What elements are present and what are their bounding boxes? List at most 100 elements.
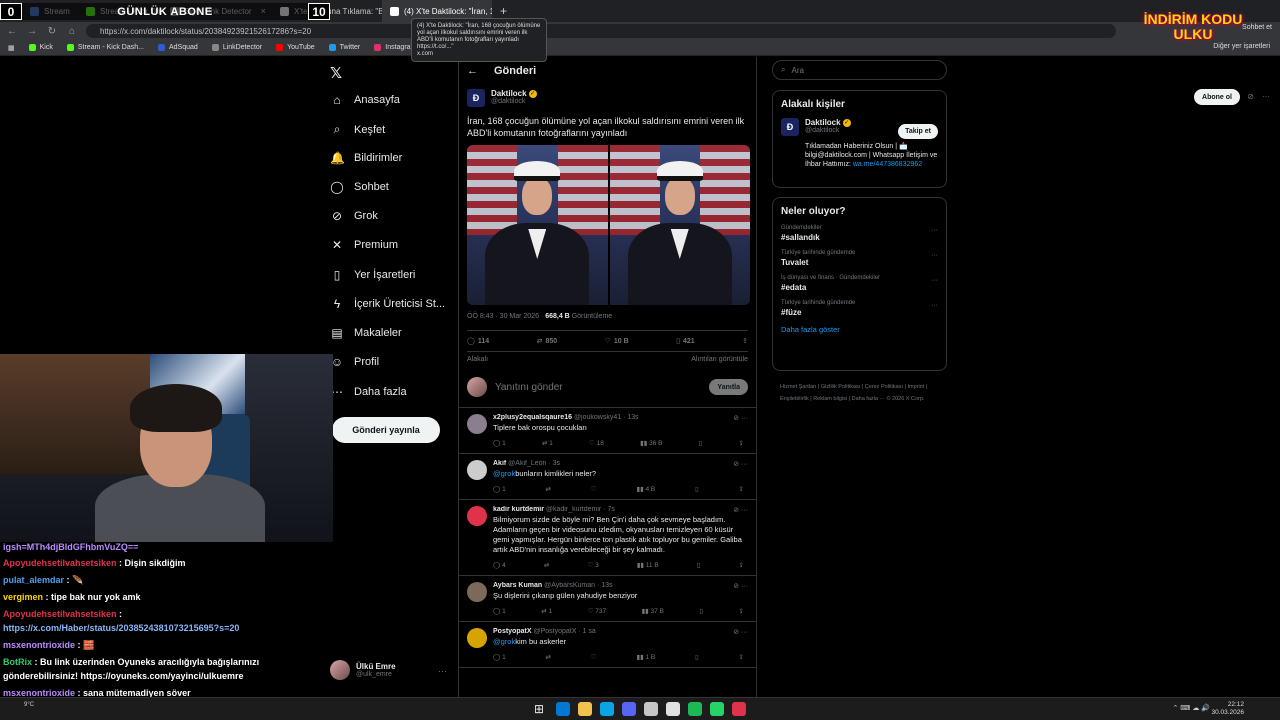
repost-action[interactable]: ⇄ 1 — [542, 439, 553, 447]
forward-icon[interactable]: → — [26, 26, 38, 37]
reply-author[interactable]: Akif — [493, 460, 506, 467]
reply-author[interactable]: x2plusy2equalsqaure16 — [493, 414, 572, 421]
heart-action[interactable]: ♡ 3 — [587, 561, 598, 569]
person-bio-link[interactable]: wa.me/447386832962 — [853, 161, 922, 168]
more-icon[interactable]: ⊘ ··· — [733, 582, 748, 590]
weather-widget[interactable]: 9°C — [24, 702, 34, 708]
author-name[interactable]: Daktilock — [491, 89, 527, 98]
repost-action[interactable]: ⇄ — [544, 561, 549, 569]
bookmark-item[interactable]: Stream - Kick Dash... — [66, 44, 144, 51]
views-action[interactable]: ▮▮ 37 B — [642, 607, 664, 615]
reply-action[interactable]: ◯ 1 — [493, 607, 506, 615]
trend-item[interactable]: İş dünyası ve finans · Gündemdekiler #eda… — [781, 275, 938, 292]
reload-icon[interactable]: ↻ — [46, 26, 58, 37]
share-action[interactable]: ⇪ — [742, 337, 748, 345]
share-icon[interactable]: ⇪ — [739, 439, 744, 447]
bookmark-item[interactable]: Kick — [28, 44, 53, 51]
reply-post[interactable]: Aybars Kuman @AybarsKuman · 13s Şu dişler… — [459, 576, 756, 622]
reply-submit-button[interactable]: Yanıtla — [709, 379, 748, 395]
more-icon[interactable]: ··· — [931, 252, 938, 259]
post-time[interactable]: ÖÖ 8:43 · 30 Mar 2026 · — [467, 313, 543, 320]
avatar[interactable] — [467, 628, 487, 648]
url-field[interactable]: https://x.com/daktilock/status/203849239… — [86, 24, 1116, 38]
reply-action[interactable]: ◯ 1 — [493, 653, 506, 661]
nav-article[interactable]: ▤ Makaleler — [330, 326, 401, 340]
reply-post[interactable]: PostyopatX @PostyopatX · 1 sa @grokkim bu… — [459, 622, 756, 668]
chat-sidepanel-label[interactable]: Sohbet et — [1242, 24, 1272, 31]
reply-author[interactable]: PostyopatX — [493, 628, 532, 635]
nav-lightning[interactable]: ϟ İçerik Üreticisi St... — [330, 297, 445, 311]
system-tray[interactable]: ⌃ ⌨ ☁ 🔊 — [1172, 704, 1210, 712]
more-icon[interactable]: ··· — [931, 227, 938, 234]
more-icon[interactable]: ··· — [1262, 92, 1270, 101]
subscribe-button[interactable]: Abone ol — [1194, 89, 1240, 105]
share-icon[interactable]: ⇪ — [739, 561, 744, 569]
bookmark-icon[interactable]: ▯ — [699, 607, 703, 615]
follow-button[interactable]: Takip et — [898, 124, 938, 139]
avatar[interactable] — [467, 414, 487, 434]
nav-premium[interactable]: ✕ Premium — [330, 238, 398, 252]
avatar[interactable] — [467, 582, 487, 602]
apps-icon[interactable]: ▦ — [8, 44, 15, 52]
heart-action[interactable]: ♡ 18 — [589, 439, 604, 447]
views-action[interactable]: ▮▮ 36 B — [640, 439, 662, 447]
new-tab-icon[interactable]: + — [492, 4, 515, 18]
nav-bell[interactable]: 🔔 Bildirimler — [330, 151, 402, 165]
officer-photo-right[interactable] — [609, 145, 750, 305]
reply-post[interactable]: kadir kurtdemir @kadir_kurtdemir · 7s Bil… — [459, 500, 756, 576]
reply-author[interactable]: kadir kurtdemir — [493, 506, 544, 513]
nav-search[interactable]: ⌕ Keşfet — [330, 122, 386, 137]
nav-more[interactable]: ⋯ Daha fazla — [330, 385, 407, 399]
repost-action[interactable]: ⇄ — [546, 653, 551, 661]
share-icon[interactable]: ⇪ — [739, 653, 744, 661]
taskbar-app-icon[interactable] — [600, 702, 614, 716]
bookmark-icon[interactable]: ▯ — [697, 561, 701, 569]
more-icon[interactable]: ··· — [931, 277, 938, 284]
footer-links[interactable]: Hizmet Şartları | Gizlilik Politikası | … — [780, 381, 940, 405]
reply-action[interactable]: ◯ 4 — [493, 561, 506, 569]
share-icon[interactable]: ⇪ — [739, 485, 744, 493]
views-action[interactable]: ▮▮ 4 B — [637, 485, 656, 493]
heart-action[interactable]: ♡ 737 — [588, 607, 606, 615]
reply-input[interactable]: Yanıtını gönder — [495, 382, 701, 393]
reply-post[interactable]: x2plusy2equalsqaure16 @joukowsky41 · 13s… — [459, 408, 756, 454]
taskbar-app-icon[interactable] — [688, 702, 702, 716]
taskbar-app-icon[interactable] — [622, 702, 636, 716]
grok-icon[interactable]: ⊘ — [1247, 92, 1254, 101]
reply-author[interactable]: Aybars Kuman — [493, 582, 542, 589]
taskbar-app-icon[interactable] — [644, 702, 658, 716]
repost-action[interactable]: ⇄ 850 — [537, 337, 558, 346]
home-icon[interactable]: ⌂ — [66, 26, 78, 37]
clock[interactable]: 22:12 30.03.2026 — [1211, 701, 1244, 717]
trend-item[interactable]: Türkiye tarihinde gündemde Tuvalet ··· — [781, 250, 938, 267]
taskbar-app-icon[interactable] — [578, 702, 592, 716]
reply-action[interactable]: ◯ 114 — [467, 337, 489, 346]
bookmark-item[interactable]: AdSquad — [158, 44, 198, 51]
views-action[interactable]: ▮▮ 11 B — [637, 561, 659, 569]
bookmark-icon[interactable]: ▯ — [695, 485, 699, 493]
mention-link[interactable]: @grok — [493, 637, 515, 646]
taskbar-app-icon[interactable] — [710, 702, 724, 716]
trend-item[interactable]: Gündemdekiler #sallandık ··· — [781, 225, 938, 242]
post-author[interactable]: Ɖ Daktilock ✓ @daktilock — [467, 89, 748, 107]
bookmark-action[interactable]: ▯ 421 — [676, 337, 695, 346]
nav-grok[interactable]: ⊘ Grok — [330, 209, 378, 223]
view-quotes-link[interactable]: Alıntıları görüntüle — [691, 356, 748, 363]
nav-home[interactable]: ⌂ Anasayfa — [330, 93, 400, 107]
more-icon[interactable]: ⊘ ··· — [733, 628, 748, 636]
windows-start-icon[interactable]: ⊞ — [534, 702, 548, 716]
more-icon[interactable]: ⊘ ··· — [733, 506, 748, 514]
more-icon[interactable]: ⊘ ··· — [733, 460, 748, 468]
officer-photo-left[interactable] — [467, 145, 608, 305]
views-action[interactable]: ▮▮ 1 B — [637, 653, 656, 661]
bookmark-icon[interactable]: ▯ — [699, 439, 703, 447]
taskbar-app-icon[interactable] — [732, 702, 746, 716]
bookmark-icon[interactable]: ▯ — [695, 653, 699, 661]
mention-link[interactable]: @grok — [493, 469, 515, 478]
nav-chat[interactable]: ◯ Sohbet — [330, 180, 389, 194]
account-more-icon[interactable]: ··· — [438, 666, 447, 676]
avatar[interactable] — [467, 460, 487, 480]
bookmark-item[interactable]: Twitter — [328, 44, 360, 51]
heart-action[interactable]: ♡ — [591, 485, 597, 493]
bookmark-item[interactable]: YouTube — [276, 44, 315, 51]
